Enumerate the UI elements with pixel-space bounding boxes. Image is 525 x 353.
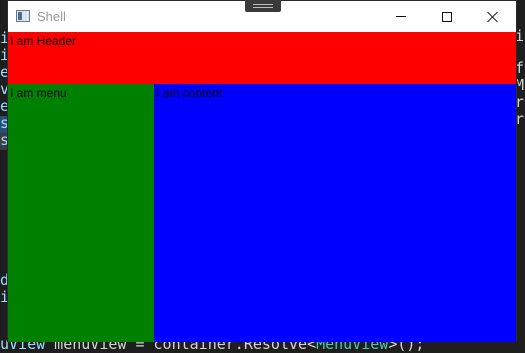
- header-label: I am Header: [10, 34, 77, 48]
- close-icon: [487, 11, 499, 23]
- menu-label: I am menu: [10, 86, 67, 100]
- content-region: I am content: [154, 84, 516, 342]
- shell-window: Shell I am Header I am menu I am content: [7, 0, 517, 342]
- window-app-icon: [16, 10, 30, 22]
- minimize-button[interactable]: [378, 1, 424, 32]
- drag-handle[interactable]: [245, 0, 281, 12]
- maximize-icon: [442, 11, 452, 22]
- menu-region: I am menu: [8, 84, 154, 342]
- header-region: I am Header: [8, 32, 516, 84]
- maximize-button[interactable]: [424, 1, 470, 32]
- content-label: I am content: [156, 86, 223, 100]
- minimize-icon: [396, 16, 406, 17]
- window-title: Shell: [37, 9, 66, 24]
- close-button[interactable]: [470, 1, 516, 32]
